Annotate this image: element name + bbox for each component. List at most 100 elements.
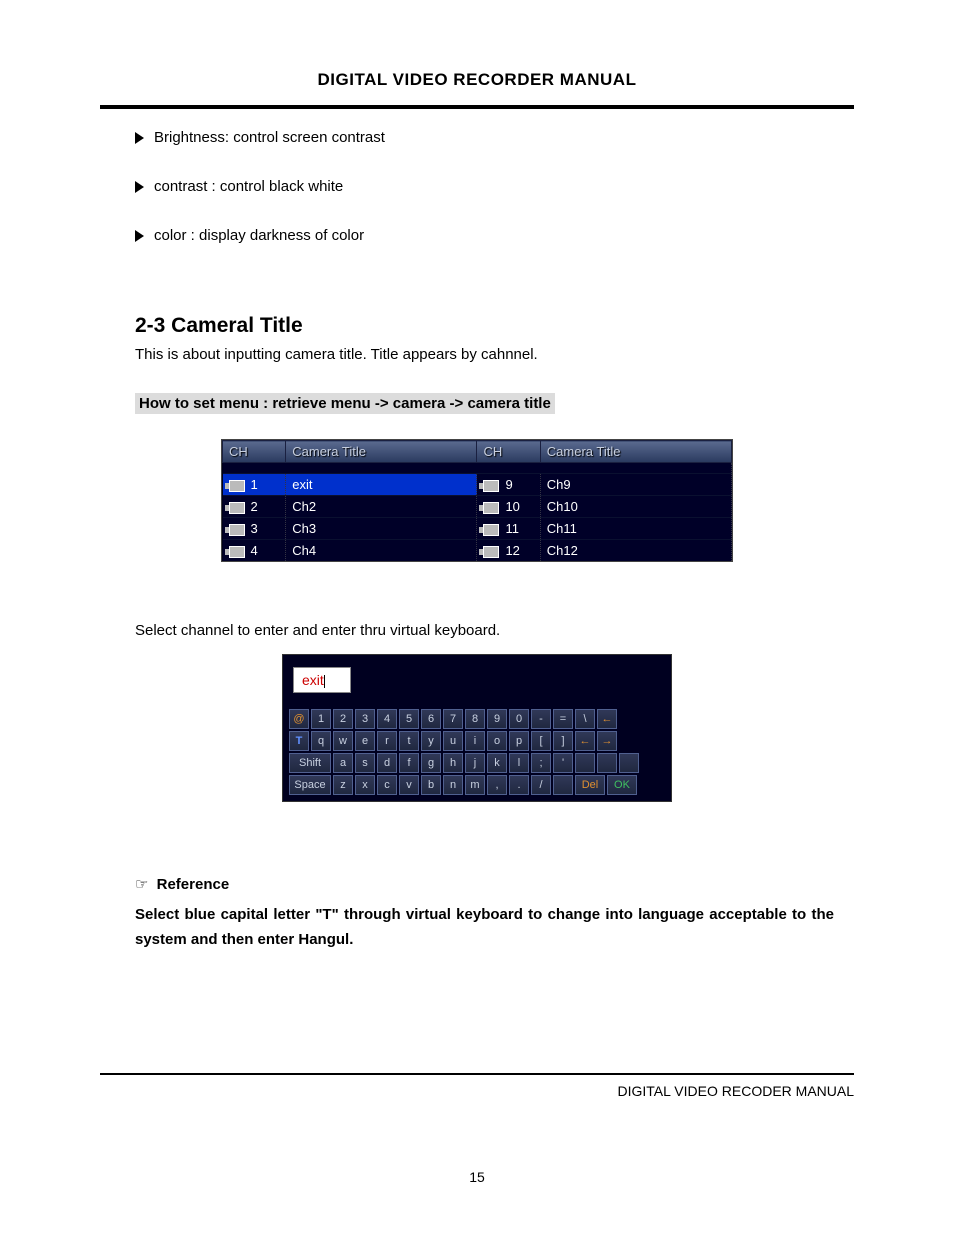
key-2[interactable]: 2 [333, 709, 353, 729]
key-f[interactable]: f [399, 753, 419, 773]
key-bracket-left[interactable]: [ [531, 731, 551, 751]
key-n[interactable]: n [443, 775, 463, 795]
key-del[interactable]: Del [575, 775, 605, 795]
key-j[interactable]: j [465, 753, 485, 773]
col-ch: CH [223, 441, 286, 463]
header-rule [100, 105, 854, 109]
key-c[interactable]: c [377, 775, 397, 795]
key-7[interactable]: 7 [443, 709, 463, 729]
key-o[interactable]: o [487, 731, 507, 751]
triangle-icon [135, 181, 144, 193]
table-header-row: CH Camera Title CH Camera Title [223, 441, 732, 463]
key-backspace[interactable]: ← [597, 709, 617, 729]
key-space[interactable]: Space [289, 775, 331, 795]
key-i[interactable]: i [465, 731, 485, 751]
camera-icon [483, 546, 499, 558]
table-row[interactable]: 3 Ch3 11 Ch11 [223, 518, 732, 540]
camera-icon [229, 480, 245, 492]
key-comma[interactable]: , [487, 775, 507, 795]
key-g[interactable]: g [421, 753, 441, 773]
key-lang-t[interactable]: T [289, 731, 309, 751]
page-header: DIGITAL VIDEO RECORDER MANUAL [100, 70, 854, 90]
key-special-2[interactable] [597, 753, 617, 773]
key-right-arrow[interactable]: → [597, 731, 617, 751]
key-x[interactable]: x [355, 775, 375, 795]
camera-icon [483, 524, 499, 536]
triangle-icon [135, 132, 144, 144]
bullet-item: contrast : control black white [135, 178, 854, 195]
reference-text: Select blue capital letter "T" through v… [135, 902, 834, 953]
footer-text: DIGITAL VIDEO RECODER MANUAL [100, 1083, 854, 1099]
key-special-3[interactable] [619, 753, 639, 773]
key-b[interactable]: b [421, 775, 441, 795]
table-row[interactable]: 4 Ch4 12 Ch12 [223, 540, 732, 562]
key-t[interactable]: t [399, 731, 419, 751]
section-intro: This is about inputting camera title. Ti… [135, 346, 854, 363]
keyboard-input[interactable]: exit [293, 667, 351, 693]
howto-path: How to set menu : retrieve menu -> camer… [135, 393, 555, 414]
section-heading: 2-3 Cameral Title [135, 314, 854, 338]
select-instruction: Select channel to enter and enter thru v… [135, 622, 854, 639]
key-q[interactable]: q [311, 731, 331, 751]
camera-icon [483, 480, 499, 492]
key-l[interactable]: l [509, 753, 529, 773]
key-5[interactable]: 5 [399, 709, 419, 729]
key-backslash[interactable]: \ [575, 709, 595, 729]
col-title: Camera Title [286, 441, 477, 463]
table-row[interactable]: 2 Ch2 10 Ch10 [223, 496, 732, 518]
key-left-arrow[interactable]: ← [575, 731, 595, 751]
key-special-4[interactable] [553, 775, 573, 795]
key-semicolon[interactable]: ; [531, 753, 551, 773]
key-special-1[interactable] [575, 753, 595, 773]
table-row[interactable]: 1 exit 9 Ch9 [223, 474, 732, 496]
bullet-item: color : display darkness of color [135, 227, 854, 244]
key-4[interactable]: 4 [377, 709, 397, 729]
key-p[interactable]: p [509, 731, 529, 751]
camera-title-table: CH Camera Title CH Camera Title 1 exit 9… [221, 439, 733, 562]
page-number: 15 [0, 1169, 954, 1185]
pointer-icon: ☞ [135, 876, 148, 893]
key-h[interactable]: h [443, 753, 463, 773]
key-shift[interactable]: Shift [289, 753, 331, 773]
camera-icon [229, 524, 245, 536]
key-9[interactable]: 9 [487, 709, 507, 729]
key-z[interactable]: z [333, 775, 353, 795]
key-w[interactable]: w [333, 731, 353, 751]
keyboard-row: T q w e r t y u i o p [ ] ← → [289, 731, 665, 751]
key-1[interactable]: 1 [311, 709, 331, 729]
camera-icon [229, 502, 245, 514]
keyboard-row: Space z x c v b n m , . / Del OK [289, 775, 665, 795]
key-8[interactable]: 8 [465, 709, 485, 729]
reference-block: ☞ Reference Select blue capital letter "… [135, 872, 834, 953]
key-y[interactable]: y [421, 731, 441, 751]
bullet-text: Brightness: control screen contrast [154, 129, 385, 146]
key-m[interactable]: m [465, 775, 485, 795]
key-at[interactable]: @ [289, 709, 309, 729]
keyboard-row: Shift a s d f g h j k l ; ' [289, 753, 665, 773]
col-ch: CH [477, 441, 540, 463]
key-s[interactable]: s [355, 753, 375, 773]
key-3[interactable]: 3 [355, 709, 375, 729]
key-6[interactable]: 6 [421, 709, 441, 729]
key-a[interactable]: a [333, 753, 353, 773]
key-r[interactable]: r [377, 731, 397, 751]
key-period[interactable]: . [509, 775, 529, 795]
key-ok[interactable]: OK [607, 775, 637, 795]
key-k[interactable]: k [487, 753, 507, 773]
key-u[interactable]: u [443, 731, 463, 751]
virtual-keyboard: exit @ 1 2 3 4 5 6 7 8 9 0 - = \ ← T q [282, 654, 672, 802]
bullet-item: Brightness: control screen contrast [135, 129, 854, 146]
key-bracket-right[interactable]: ] [553, 731, 573, 751]
key-equals[interactable]: = [553, 709, 573, 729]
key-d[interactable]: d [377, 753, 397, 773]
key-v[interactable]: v [399, 775, 419, 795]
bullet-text: contrast : control black white [154, 178, 343, 195]
triangle-icon [135, 230, 144, 242]
key-0[interactable]: 0 [509, 709, 529, 729]
key-quote[interactable]: ' [553, 753, 573, 773]
bullet-list: Brightness: control screen contrast cont… [135, 129, 854, 244]
key-slash[interactable]: / [531, 775, 551, 795]
key-minus[interactable]: - [531, 709, 551, 729]
key-e[interactable]: e [355, 731, 375, 751]
footer-rule [100, 1073, 854, 1075]
